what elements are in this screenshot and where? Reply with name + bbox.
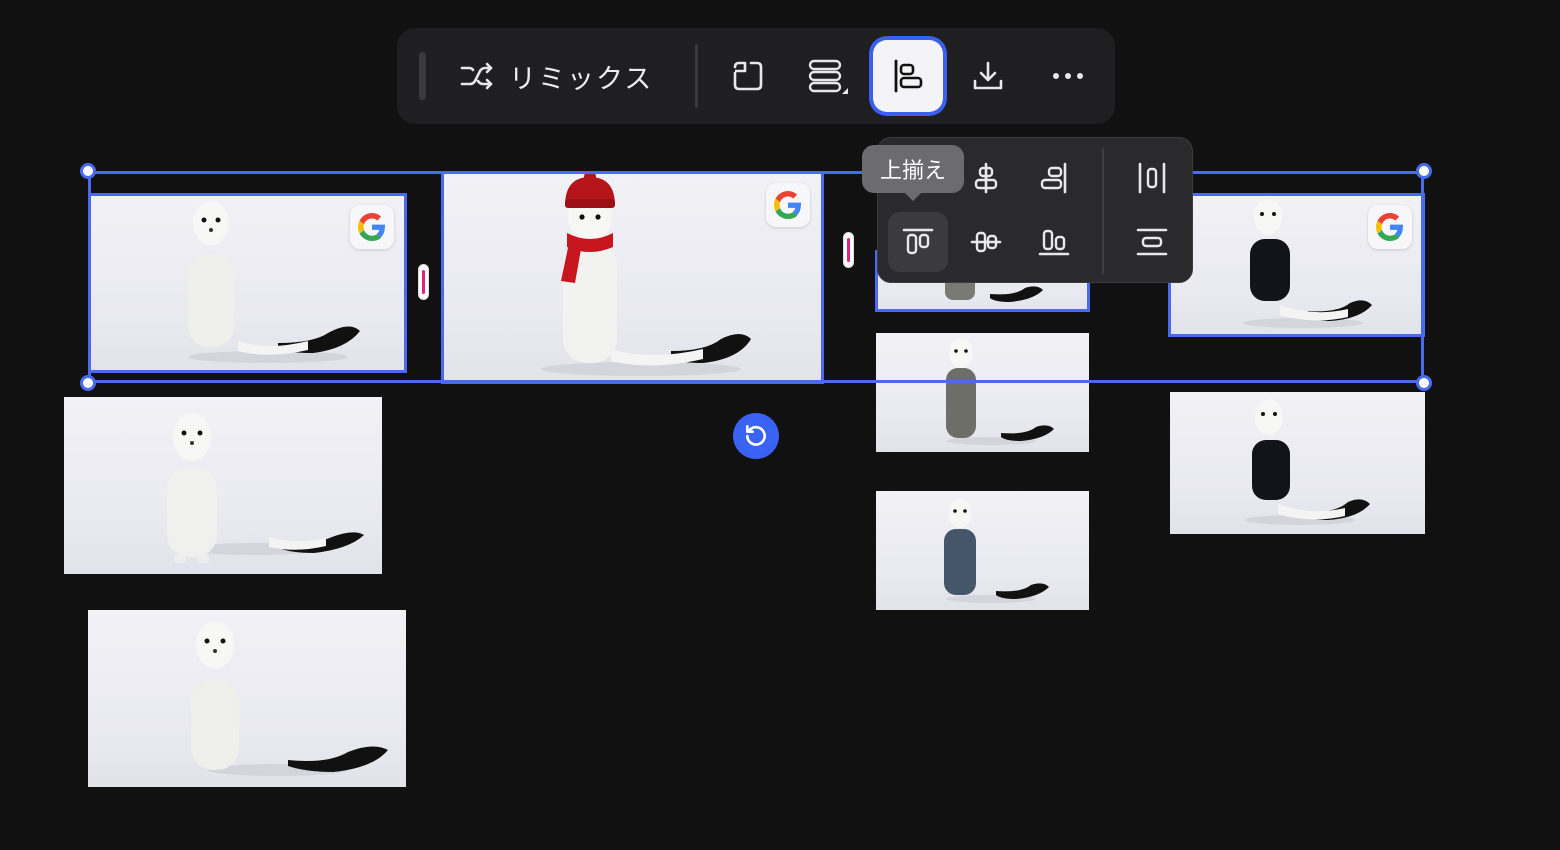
image-tile-white-knit[interactable] — [64, 397, 382, 574]
align-top-tooltip: 上揃え — [862, 145, 965, 201]
image-tile-white-turtleneck[interactable] — [88, 610, 406, 787]
resize-handle-top-left[interactable] — [80, 163, 96, 179]
distribute-horizontal-button[interactable] — [1122, 148, 1182, 208]
more-button[interactable] — [1033, 40, 1103, 112]
spacing-handle[interactable] — [418, 264, 429, 300]
align-center-horizontal-button[interactable] — [956, 148, 1016, 208]
frame-icon — [733, 61, 763, 91]
distribute-horizontal-icon — [1138, 162, 1166, 194]
ermine-image — [944, 498, 1049, 603]
align-icon — [894, 59, 923, 93]
distribute-vertical-button[interactable] — [1122, 212, 1182, 272]
drag-grip[interactable] — [419, 52, 426, 100]
image-tile-red-hat-scarf[interactable] — [441, 171, 824, 384]
align-middle-vertical-button[interactable] — [956, 212, 1016, 272]
download-icon — [973, 61, 1003, 90]
align-bottom-button[interactable] — [1024, 212, 1084, 272]
more-icon — [1053, 73, 1083, 79]
spacing-handle[interactable] — [843, 232, 854, 268]
floating-toolbar: リミックス — [397, 28, 1115, 124]
resize-handle-bottom-left[interactable] — [80, 375, 96, 391]
google-badge-icon — [350, 205, 394, 249]
resize-handle-top-right[interactable] — [1416, 163, 1432, 179]
align-top-button[interactable] — [888, 212, 948, 272]
align-top-icon — [902, 228, 934, 255]
align-right-icon — [1040, 162, 1067, 194]
image-tile-denim-overalls[interactable] — [876, 491, 1089, 610]
popover-divider — [1102, 148, 1104, 274]
remix-button[interactable]: リミックス — [459, 52, 653, 100]
ermine-image — [1245, 399, 1370, 525]
align-button[interactable] — [873, 40, 943, 112]
layout-button[interactable] — [792, 40, 862, 112]
layout-icon — [808, 59, 848, 94]
align-middle-vertical-icon — [970, 231, 1002, 253]
rotate-icon — [746, 424, 766, 446]
align-bottom-icon — [1038, 229, 1070, 256]
remix-icon — [460, 62, 493, 90]
image-tile-black-sweater[interactable] — [1168, 193, 1425, 337]
download-button[interactable] — [953, 40, 1023, 112]
rotate-button[interactable] — [733, 413, 779, 459]
distribute-vertical-icon — [1136, 228, 1168, 256]
resize-handle-bottom-right[interactable] — [1416, 375, 1432, 391]
google-badge-icon — [766, 183, 810, 227]
ermine-image — [191, 621, 388, 776]
toolbar-divider — [695, 44, 698, 108]
remix-label: リミックス — [509, 63, 654, 95]
google-badge-icon — [1368, 205, 1412, 249]
image-tile-gray-hoodie[interactable] — [876, 333, 1089, 452]
ermine-image — [167, 413, 364, 563]
align-center-horizontal-icon — [974, 162, 998, 194]
image-tile-black-sweater-2[interactable] — [1170, 392, 1425, 534]
image-tile-white-sweater[interactable] — [88, 193, 407, 373]
ermine-image — [946, 338, 1054, 445]
frame-button[interactable] — [713, 40, 783, 112]
align-right-button[interactable] — [1024, 148, 1084, 208]
